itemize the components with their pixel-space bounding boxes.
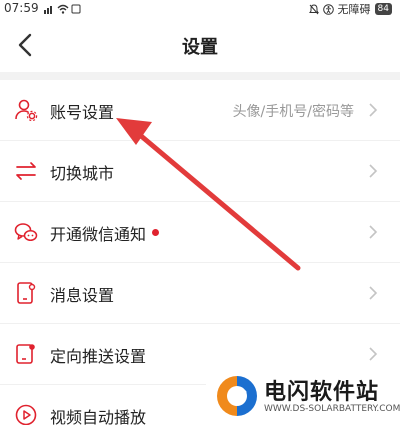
chevron-right-icon [369,225,378,239]
wechat-icon [14,223,38,242]
status-right: 无障碍 84 [308,1,392,17]
message-settings-icon [17,282,36,304]
switch-city-icon [16,162,36,180]
nav-bar: 设置 [0,18,400,72]
settings-item-detail: 头像/手机号/密码等 [232,104,354,120]
settings-item-label: 账号设置 [50,103,115,122]
settings-item-switch-city[interactable]: 切换城市 [0,141,400,202]
settings-item-label: 消息设置 [50,286,115,305]
watermark-logo-icon [217,376,257,416]
notification-dot [152,229,159,236]
settings-item-account[interactable]: 账号设置 头像/手机号/密码等 [0,80,400,141]
mute-icon [308,3,319,14]
watermark-url: WWW.DS-SOLARBATTERY.COM [264,404,400,414]
settings-item-messages[interactable]: 消息设置 [0,263,400,324]
watermark: 电闪软件站 WWW.DS-SOLARBATTERY.COM [206,368,400,425]
account-settings-icon [15,99,38,122]
settings-item-label: 视频自动播放 [50,408,147,425]
settings-item-label: 开通微信通知 [50,225,147,244]
settings-item-label: 切换城市 [50,164,115,183]
chevron-right-icon [369,286,378,300]
settings-item-wechat-notify[interactable]: 开通微信通知 [0,202,400,263]
accessibility-label: 无障碍 [337,3,371,16]
status-bar: 07:59 无障碍 84 [0,0,400,18]
video-play-icon [15,404,37,425]
accessibility-icon [322,3,334,15]
chevron-right-icon [369,347,378,361]
settings-item-label: 定向推送设置 [50,347,147,366]
chevron-right-icon [369,103,378,117]
chevron-right-icon [369,164,378,178]
status-time: 07:59 [4,1,39,15]
push-settings-icon [16,344,35,364]
battery-indicator: 84 [374,3,392,15]
signal-icon [44,4,81,14]
watermark-title: 电闪软件站 [264,380,380,405]
page-title: 设置 [182,37,218,58]
